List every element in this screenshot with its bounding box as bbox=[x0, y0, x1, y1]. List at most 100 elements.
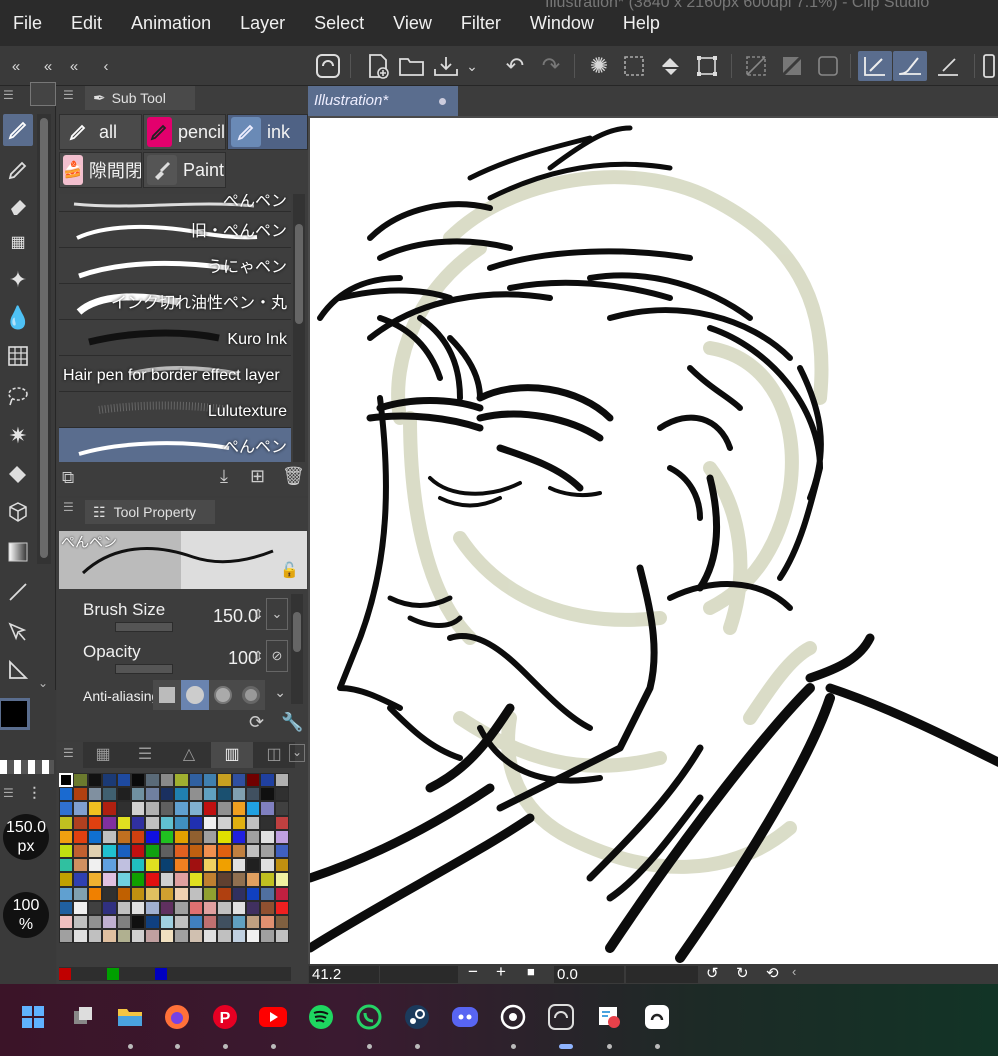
fill-bucket-icon[interactable] bbox=[655, 51, 687, 81]
collapse-left-icon-3[interactable]: « bbox=[58, 51, 90, 81]
brush-size-slider[interactable] bbox=[115, 622, 173, 632]
color-swatch[interactable] bbox=[145, 858, 160, 873]
color-swatch[interactable] bbox=[188, 929, 203, 944]
chevron-down-icon[interactable]: ⌄ bbox=[289, 744, 305, 762]
decoration-tool-icon[interactable]: ▦ bbox=[3, 226, 33, 258]
menu-layer[interactable]: Layer bbox=[227, 13, 301, 34]
main-color-swatch[interactable] bbox=[0, 698, 30, 730]
list-item[interactable]: インク切れ油性ペン・丸 bbox=[59, 284, 291, 320]
color-swatch[interactable] bbox=[130, 815, 146, 830]
color-swatch[interactable] bbox=[174, 929, 189, 944]
color-swatch[interactable] bbox=[202, 773, 218, 788]
color-swatch[interactable] bbox=[145, 773, 160, 788]
list-item[interactable]: Lulutexture bbox=[59, 392, 291, 428]
color-swatch[interactable] bbox=[87, 843, 103, 859]
ruler-tool-icon[interactable] bbox=[3, 654, 33, 686]
color-swatch[interactable] bbox=[260, 900, 275, 915]
brush-list-scrollbar[interactable] bbox=[293, 194, 305, 462]
steam-icon[interactable] bbox=[400, 1000, 434, 1034]
save-icon[interactable] bbox=[430, 51, 462, 81]
clear-selection-icon[interactable] bbox=[740, 51, 772, 81]
group-ink[interactable]: ink bbox=[227, 114, 308, 150]
color-swatch[interactable] bbox=[159, 787, 175, 802]
color-swatch[interactable] bbox=[130, 929, 146, 944]
color-swatch[interactable] bbox=[159, 843, 175, 859]
color-swatch[interactable] bbox=[188, 801, 203, 816]
color-swatch[interactable] bbox=[159, 929, 175, 944]
color-swatch[interactable] bbox=[260, 801, 275, 816]
opacity-slider[interactable] bbox=[115, 664, 173, 674]
color-swatch[interactable] bbox=[231, 829, 247, 844]
settings-sliders-icon[interactable]: ⫶ bbox=[32, 784, 37, 805]
color-swatch[interactable] bbox=[130, 829, 146, 844]
color-swatch[interactable] bbox=[188, 858, 203, 873]
color-swatch[interactable] bbox=[274, 843, 290, 859]
lasso-icon[interactable] bbox=[3, 380, 33, 412]
opacity-indicator[interactable]: 100 % bbox=[3, 892, 49, 938]
color-swatch[interactable] bbox=[202, 815, 218, 830]
color-swatch[interactable] bbox=[231, 886, 247, 901]
zoom-in-icon[interactable]: + bbox=[496, 962, 506, 982]
selection-marquee-icon[interactable] bbox=[618, 51, 650, 81]
reset-icon[interactable]: ⟳ bbox=[249, 712, 264, 733]
color-swatch[interactable] bbox=[159, 886, 175, 901]
color-swatch[interactable] bbox=[188, 900, 203, 915]
color-swatch[interactable] bbox=[260, 843, 275, 859]
color-swatch[interactable] bbox=[217, 801, 232, 816]
approximate-color-tab-icon[interactable]: △ bbox=[167, 742, 211, 768]
canvas-tab[interactable]: Illustration* bbox=[308, 86, 458, 116]
color-swatch[interactable] bbox=[202, 858, 218, 873]
color-swatch[interactable] bbox=[59, 914, 74, 930]
color-swatch[interactable] bbox=[231, 787, 247, 802]
globe-grid-icon[interactable] bbox=[3, 340, 33, 372]
menu-select[interactable]: Select bbox=[301, 13, 380, 34]
droplet-icon[interactable]: 💧 bbox=[3, 302, 33, 334]
list-item[interactable]: うにゃペン bbox=[59, 248, 291, 284]
menu-animation[interactable]: Animation bbox=[118, 13, 227, 34]
zoom-slider[interactable] bbox=[380, 966, 458, 983]
color-swatch[interactable] bbox=[87, 787, 103, 802]
ruler-snap-icon[interactable] bbox=[932, 51, 964, 81]
color-swatch[interactable] bbox=[274, 914, 290, 930]
color-swatch[interactable] bbox=[260, 886, 275, 901]
3d-cube-icon[interactable] bbox=[3, 496, 33, 528]
color-swatch[interactable] bbox=[188, 787, 203, 802]
color-swatch[interactable] bbox=[130, 914, 146, 930]
panel-menu-icon[interactable]: ☰ bbox=[63, 500, 74, 514]
color-swatch[interactable] bbox=[260, 773, 275, 788]
color-swatch[interactable] bbox=[188, 914, 203, 930]
drawing-canvas[interactable] bbox=[310, 118, 998, 964]
color-swatch[interactable] bbox=[87, 858, 103, 873]
color-swatch[interactable] bbox=[59, 829, 74, 844]
color-swatch[interactable] bbox=[102, 801, 117, 816]
color-swatch[interactable] bbox=[174, 787, 189, 802]
color-swatch[interactable] bbox=[59, 858, 74, 873]
color-swatch[interactable] bbox=[130, 787, 146, 802]
rotation-slider[interactable] bbox=[626, 966, 698, 983]
copy-tool-icon[interactable]: ⧉ bbox=[62, 468, 74, 488]
redo-icon[interactable]: ↷ bbox=[535, 51, 567, 81]
aa-medium-icon[interactable] bbox=[209, 680, 237, 710]
color-swatch[interactable] bbox=[246, 929, 261, 944]
color-swatch[interactable] bbox=[145, 787, 160, 802]
collapse-left-icon[interactable]: « bbox=[0, 51, 32, 81]
zoom-out-icon[interactable]: − bbox=[468, 962, 478, 982]
discord-icon[interactable] bbox=[448, 1000, 482, 1034]
color-swatch[interactable] bbox=[116, 787, 131, 802]
color-swatch[interactable] bbox=[246, 886, 261, 901]
color-swatch[interactable] bbox=[202, 929, 218, 944]
transform-icon[interactable] bbox=[691, 51, 723, 81]
windows-start-icon[interactable] bbox=[16, 1000, 50, 1034]
color-swatch[interactable] bbox=[231, 815, 247, 830]
color-swatch[interactable] bbox=[246, 900, 261, 915]
chevron-down-icon[interactable]: ⌄ bbox=[38, 676, 48, 690]
menu-help[interactable]: Help bbox=[610, 13, 676, 34]
expand-selection-icon[interactable] bbox=[812, 51, 844, 81]
color-swatch[interactable] bbox=[145, 886, 160, 901]
menu-window[interactable]: Window bbox=[517, 13, 610, 34]
color-swatch[interactable] bbox=[231, 929, 247, 944]
color-swatch[interactable] bbox=[59, 886, 74, 901]
color-swatch[interactable] bbox=[87, 829, 103, 844]
color-swatch[interactable] bbox=[260, 829, 275, 844]
color-swatch[interactable] bbox=[116, 872, 131, 887]
